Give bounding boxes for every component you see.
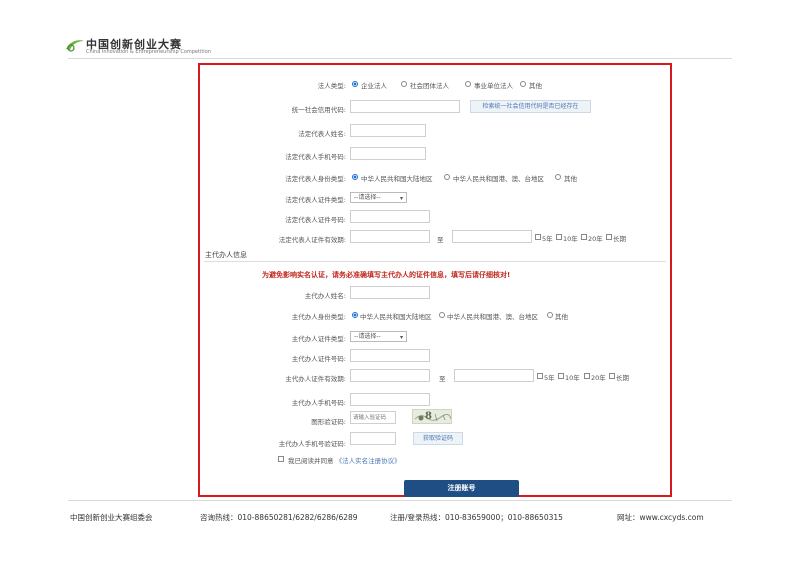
agent-valid-check-10[interactable] [558,373,564,379]
agent-cert-no-label: 主代办人证件号码: [291,355,346,363]
rep-name-input[interactable] [350,124,426,137]
rep-cert-valid-to: 至 [437,236,444,244]
legal-type-label: 法人类型: [317,82,346,90]
credit-code-input[interactable] [350,100,460,113]
rep-cert-valid-end-input[interactable] [452,230,532,243]
agent-cert-type-value: --请选择-- [354,333,381,340]
sms-code-input[interactable] [350,432,396,445]
rep-identity-label: 法定代表人身份类型: [285,175,346,183]
rep-cert-type-value: --请选择-- [354,194,381,201]
section-divider [204,261,666,262]
sms-code-label: 主代办人手机号验证码: [278,440,346,448]
rep-identity-option-0: 中华人民共和国大陆地区 [361,175,433,183]
agent-identity-option-1: 中华人民共和国港、澳、台地区 [447,313,538,321]
footer-website: 网址：www.cxcyds.com [617,513,704,522]
get-sms-code-button[interactable]: 获取验证码 [413,432,463,445]
captcha-input[interactable] [350,411,396,424]
agent-valid-check-5[interactable] [537,373,543,379]
agent-phone-input[interactable] [350,393,430,406]
logo-swoosh-icon [66,40,84,52]
agent-identity-radio-1[interactable] [439,312,445,318]
legal-type-radio-1[interactable] [401,81,407,87]
legal-type-option-3: 其他 [529,82,542,90]
agent-identity-option-2: 其他 [555,313,568,321]
rep-valid-option-5: 5年 [542,235,553,243]
rep-valid-check-5[interactable] [535,234,541,240]
agent-phone-label: 主代办人手机号码: [291,399,346,407]
agent-valid-option-long: 长期 [616,374,629,382]
rep-cert-valid-label: 法定代表人证件有效期: [278,236,346,244]
footer-consult-hotline: 咨询热线：010-88650281/6282/6286/6289 [200,513,358,522]
agreement-checkbox[interactable] [278,456,284,462]
legal-type-option-2: 事业单位法人 [474,82,513,90]
rep-phone-label: 法定代表人手机号码: [285,153,346,161]
rep-valid-option-20: 20年 [588,235,603,243]
agent-identity-radio-2[interactable] [547,312,553,318]
chevron-down-icon: ▾ [399,334,403,341]
register-button[interactable]: 注册账号 [404,480,519,497]
rep-name-label: 法定代表人姓名: [298,130,346,138]
rep-phone-input[interactable] [350,147,426,160]
header-divider [68,58,732,59]
agent-cert-type-label: 主代办人证件类型: [291,335,346,343]
agent-valid-option-5: 5年 [544,374,555,382]
captcha-image[interactable]: 8 [412,409,452,424]
rep-identity-radio-0[interactable] [352,174,358,180]
captcha-label: 图形验证码: [311,418,346,426]
agent-name-label: 主代办人姓名: [304,292,346,300]
footer-register-hotline: 注册/登录热线：010-83659000；010-88650315 [390,513,563,522]
legal-type-radio-2[interactable] [465,81,471,87]
agent-cert-valid-label: 主代办人证件有效期: [285,375,346,383]
captcha-noise-icon [414,413,451,422]
rep-valid-check-10[interactable] [556,234,562,240]
agent-valid-option-20: 20年 [591,374,606,382]
agent-valid-check-long[interactable] [609,373,615,379]
footer-org: 中国创新创业大赛组委会 [70,513,153,522]
agent-section-title: 主代办人信息 [205,251,247,259]
captcha-text: 8 [425,411,432,422]
rep-identity-radio-1[interactable] [444,174,450,180]
legal-type-radio-0[interactable] [352,81,358,87]
agent-cert-valid-to: 至 [439,375,446,383]
agent-cert-type-select[interactable]: --请选择-- ▾ [350,331,407,342]
agent-identity-radio-0[interactable] [352,312,358,318]
rep-identity-option-1: 中华人民共和国港、澳、台地区 [453,175,544,183]
rep-identity-option-2: 其他 [564,175,577,183]
logo-subtitle: China Innovation & Entrepreneurship Comp… [86,49,211,55]
rep-valid-option-long: 长期 [613,235,626,243]
credit-code-label: 统一社会信用代码: [291,106,346,114]
agent-cert-valid-start-input[interactable] [350,369,430,382]
rep-cert-no-label: 法定代表人证件号码: [285,216,346,224]
footer-divider [68,500,732,501]
agreement-prefix: 我已阅读并同意 [288,457,334,465]
legal-type-radio-3[interactable] [520,81,526,87]
legal-type-option-1: 社会团体法人 [410,82,449,90]
rep-valid-option-10: 10年 [563,235,578,243]
agent-cert-no-input[interactable] [350,349,430,362]
agent-identity-option-0: 中华人民共和国大陆地区 [360,313,432,321]
rep-cert-type-label: 法定代表人证件类型: [285,196,346,204]
rep-valid-check-20[interactable] [581,234,587,240]
rep-identity-radio-2[interactable] [555,174,561,180]
rep-cert-no-input[interactable] [350,210,430,223]
agent-name-input[interactable] [350,286,430,299]
agreement-link[interactable]: 《法人实名注册协议》 [336,457,401,465]
agreement-text: 我已阅读并同意 《法人实名注册协议》 [288,455,401,465]
agent-identity-label: 主代办人身份类型: [291,313,346,321]
agent-warning: 为避免影响实名认证，请务必准确填写主代办人的证件信息，填写后请仔细核对! [262,271,511,279]
rep-valid-check-long[interactable] [606,234,612,240]
rep-cert-type-select[interactable]: --请选择-- ▾ [350,192,407,203]
agent-cert-valid-end-input[interactable] [454,369,534,382]
chevron-down-icon: ▾ [399,195,403,202]
check-credit-code-button[interactable]: 检索统一社会信用代码是否已经存在 [470,100,591,113]
rep-cert-valid-start-input[interactable] [350,230,430,243]
agent-valid-check-20[interactable] [584,373,590,379]
legal-type-option-0: 企业法人 [361,82,387,90]
agent-valid-option-10: 10年 [565,374,580,382]
